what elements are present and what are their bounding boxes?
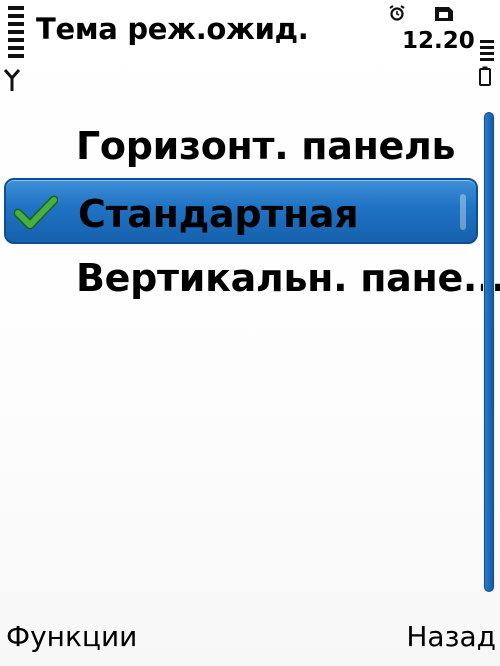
- standby-theme-screen: Тема реж.ожид. 12.20 Горизонт. панель Ст…: [0, 0, 500, 666]
- clock: 12.20: [402, 28, 475, 54]
- antenna-icon: [4, 69, 20, 91]
- list-item-vertical-panel[interactable]: Вертикальн. пане...: [4, 244, 500, 310]
- scrollbar-thumb[interactable]: [484, 112, 494, 592]
- back-softkey[interactable]: Назад: [406, 620, 496, 653]
- list-item-label: Вертикальн. пане...: [76, 256, 500, 300]
- list-item-horizontal-panel[interactable]: Горизонт. панель: [4, 112, 478, 178]
- page-title: Тема реж.ожид.: [36, 12, 309, 46]
- alarm-icon: [389, 5, 405, 21]
- list-item-standard[interactable]: Стандартная: [4, 178, 478, 244]
- options-softkey[interactable]: Функции: [6, 620, 137, 653]
- list-item-label: Стандартная: [78, 192, 359, 236]
- battery-icon: [479, 66, 491, 86]
- sim-card-icon: [435, 7, 453, 21]
- selection-highlight-edge: [460, 194, 466, 230]
- list-item-label: Горизонт. панель: [76, 124, 456, 168]
- scrollbar[interactable]: [483, 112, 495, 592]
- checkmark-icon: [14, 195, 58, 230]
